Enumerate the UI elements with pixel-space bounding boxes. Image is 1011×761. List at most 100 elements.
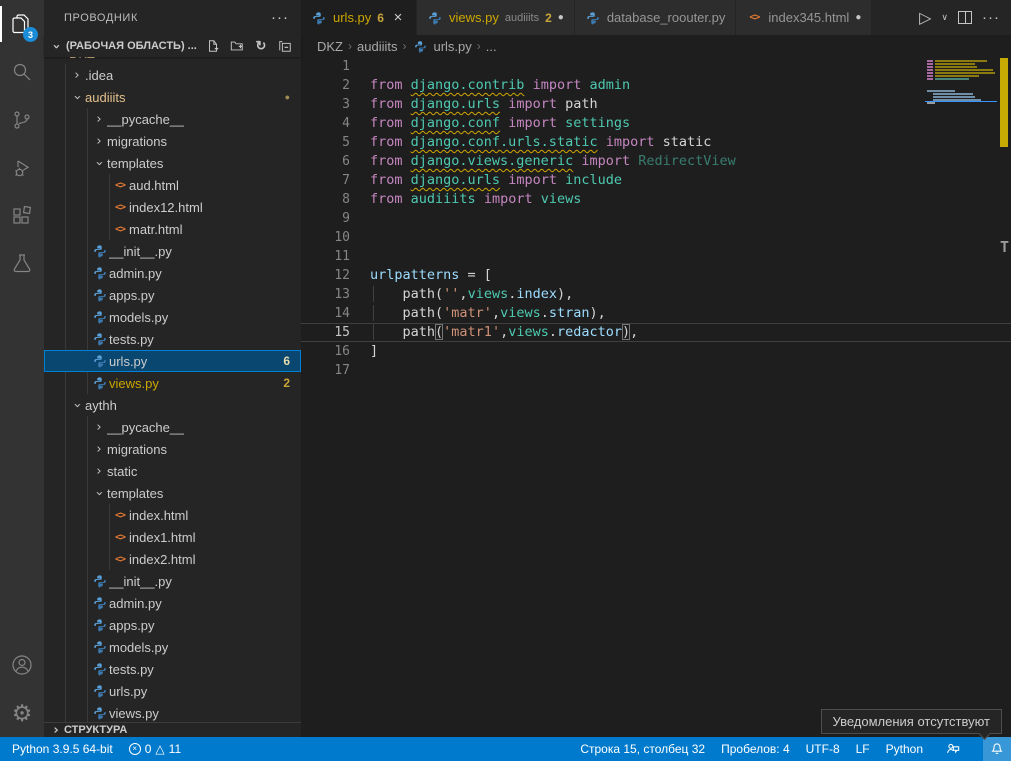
minimap[interactable] bbox=[925, 57, 997, 737]
tree-item-label: templates bbox=[107, 156, 163, 171]
code-line-4[interactable]: 4from django.conf import settings bbox=[301, 114, 1011, 133]
tree-item-label: .idea bbox=[85, 68, 113, 83]
code-line-15[interactable]: 15 path('matr1',views.redactor), bbox=[301, 323, 1011, 342]
new-file-button[interactable] bbox=[205, 38, 221, 54]
tree-item-matr.html[interactable]: <>matr.html bbox=[44, 218, 301, 240]
notifications-bell-button[interactable] bbox=[983, 737, 1011, 761]
tree-item-__pycache__[interactable]: ›__pycache__ bbox=[44, 416, 301, 438]
feedback-button[interactable] bbox=[939, 737, 967, 761]
close-tab-icon[interactable]: × bbox=[390, 9, 406, 26]
tree-item-urls.py[interactable]: urls.py bbox=[44, 680, 301, 702]
breadcrumb-item-DKZ[interactable]: DKZ bbox=[317, 39, 343, 54]
code-line-12[interactable]: 12urlpatterns = [ bbox=[301, 266, 1011, 285]
code-line-2[interactable]: 2from django.contrib import admin bbox=[301, 76, 1011, 95]
tree-item-DKZ[interactable]: ›DKZ● bbox=[44, 57, 301, 64]
status-indentation[interactable]: Пробелов: 4 bbox=[721, 742, 790, 756]
tab-database_roouter.py[interactable]: database_roouter.py bbox=[575, 0, 737, 35]
chevron-down-icon: › bbox=[92, 485, 107, 501]
code-line-16[interactable]: 16] bbox=[301, 342, 1011, 361]
tree-item-index12.html[interactable]: <>index12.html bbox=[44, 196, 301, 218]
tree-item-admin.py[interactable]: admin.py bbox=[44, 262, 301, 284]
code-line-13[interactable]: 13 path('',views.index), bbox=[301, 285, 1011, 304]
code-line-5[interactable]: 5from django.conf.urls.static import sta… bbox=[301, 133, 1011, 152]
tree-item-__init__.py[interactable]: __init__.py bbox=[44, 570, 301, 592]
activity-account-button[interactable] bbox=[0, 641, 44, 689]
tree-item-migrations[interactable]: ›migrations bbox=[44, 438, 301, 460]
code-editor[interactable]: 12from django.contrib import admin3from … bbox=[301, 57, 1011, 737]
tree-item-index2.html[interactable]: <>index2.html bbox=[44, 548, 301, 570]
tree-item-tests.py[interactable]: tests.py bbox=[44, 328, 301, 350]
code-line-content: ] bbox=[350, 342, 378, 361]
code-line-6[interactable]: 6from django.views.generic import Redire… bbox=[301, 152, 1011, 171]
tree-item-.idea[interactable]: ›.idea bbox=[44, 64, 301, 86]
tree-item-views.py[interactable]: views.py2 bbox=[44, 372, 301, 394]
code-line-8[interactable]: 8from audiiits import views bbox=[301, 190, 1011, 209]
line-number: 15 bbox=[301, 323, 350, 342]
more-editor-actions-button[interactable]: ··· bbox=[979, 6, 1003, 30]
activity-search-button[interactable] bbox=[0, 48, 44, 96]
status-language-mode[interactable]: Python bbox=[886, 742, 923, 756]
activity-settings-button[interactable]: ⚙ bbox=[0, 689, 44, 737]
explorer-sidebar: ПРОВОДНИК ··· › (РАБОЧАЯ ОБЛАСТЬ) ... ↻ bbox=[44, 0, 301, 737]
tree-item-admin.py[interactable]: admin.py bbox=[44, 592, 301, 614]
tree-item-aythh[interactable]: ›aythh bbox=[44, 394, 301, 416]
tree-item-urls.py[interactable]: urls.py6 bbox=[44, 350, 301, 372]
tree-item-models.py[interactable]: models.py bbox=[44, 306, 301, 328]
breadcrumb-item-urls.py[interactable]: urls.py bbox=[411, 39, 471, 54]
activity-run-debug-button[interactable] bbox=[0, 144, 44, 192]
python-file-icon bbox=[311, 11, 327, 25]
activity-testing-button[interactable] bbox=[0, 240, 44, 288]
workspace-section-header[interactable]: › (РАБОЧАЯ ОБЛАСТЬ) ... ↻ bbox=[44, 35, 301, 57]
tree-item-models.py[interactable]: models.py bbox=[44, 636, 301, 658]
tree-item-tests.py[interactable]: tests.py bbox=[44, 658, 301, 680]
tree-item-index1.html[interactable]: <>index1.html bbox=[44, 526, 301, 548]
overview-ruler-scrollbar[interactable] bbox=[997, 57, 1011, 737]
status-cursor-position[interactable]: Строка 15, столбец 32 bbox=[580, 742, 705, 756]
collapse-all-button[interactable] bbox=[277, 38, 293, 54]
tree-item-static[interactable]: ›static bbox=[44, 460, 301, 482]
new-folder-button[interactable] bbox=[229, 38, 245, 54]
tree-item-templates[interactable]: ›templates bbox=[44, 152, 301, 174]
tab-label: urls.py bbox=[333, 10, 371, 25]
tree-item-apps.py[interactable]: apps.py bbox=[44, 614, 301, 636]
code-line-10[interactable]: 10 bbox=[301, 228, 1011, 247]
breadcrumb-item-...[interactable]: ... bbox=[486, 39, 497, 54]
activity-extensions-button[interactable] bbox=[0, 192, 44, 240]
status-eol[interactable]: LF bbox=[856, 742, 870, 756]
tree-item-apps.py[interactable]: apps.py bbox=[44, 284, 301, 306]
refresh-explorer-button[interactable]: ↻ bbox=[253, 38, 269, 54]
tab-index345.html[interactable]: <>index345.html● bbox=[736, 0, 872, 35]
run-dropdown-chevron-icon[interactable]: ∨ bbox=[938, 6, 951, 30]
tree-item-migrations[interactable]: ›migrations bbox=[44, 130, 301, 152]
code-line-17[interactable]: 17 bbox=[301, 361, 1011, 380]
code-line-9[interactable]: 9 bbox=[301, 209, 1011, 228]
tree-item-views.py[interactable]: views.py bbox=[44, 702, 301, 722]
html-file-icon: <> bbox=[111, 532, 129, 543]
outline-section-header[interactable]: › СТРУКТУРА bbox=[44, 722, 301, 737]
tree-item-index.html[interactable]: <>index.html bbox=[44, 504, 301, 526]
breadcrumb-item-audiiits[interactable]: audiiits bbox=[357, 39, 397, 54]
tree-item-templates[interactable]: ›templates bbox=[44, 482, 301, 504]
status-python-interpreter[interactable]: Python 3.9.5 64-bit bbox=[12, 742, 113, 756]
tab-urls.py[interactable]: urls.py6× bbox=[301, 0, 417, 35]
code-line-content bbox=[350, 228, 370, 247]
tree-item-__init__.py[interactable]: __init__.py bbox=[44, 240, 301, 262]
tree-item-__pycache__[interactable]: ›__pycache__ bbox=[44, 108, 301, 130]
run-python-file-button[interactable]: ▷ bbox=[916, 6, 934, 30]
activity-source-control-button[interactable] bbox=[0, 96, 44, 144]
code-line-1[interactable]: 1 bbox=[301, 57, 1011, 76]
sidebar-more-actions-button[interactable]: ··· bbox=[271, 9, 289, 26]
code-line-14[interactable]: 14 path('matr',views.stran), bbox=[301, 304, 1011, 323]
status-problems[interactable]: ×0△11 bbox=[129, 742, 181, 756]
code-line-7[interactable]: 7from django.urls import include bbox=[301, 171, 1011, 190]
status-encoding[interactable]: UTF-8 bbox=[806, 742, 840, 756]
line-number: 5 bbox=[301, 133, 350, 152]
activity-explorer-button[interactable]: 3 bbox=[0, 0, 44, 48]
split-editor-button[interactable] bbox=[955, 6, 975, 30]
tab-views.py[interactable]: views.pyaudiiits2● bbox=[417, 0, 575, 35]
html-file-icon: <> bbox=[111, 202, 129, 213]
tree-item-aud.html[interactable]: <>aud.html bbox=[44, 174, 301, 196]
code-line-3[interactable]: 3from django.urls import path bbox=[301, 95, 1011, 114]
code-line-11[interactable]: 11 bbox=[301, 247, 1011, 266]
tree-item-audiiits[interactable]: ›audiiits● bbox=[44, 86, 301, 108]
